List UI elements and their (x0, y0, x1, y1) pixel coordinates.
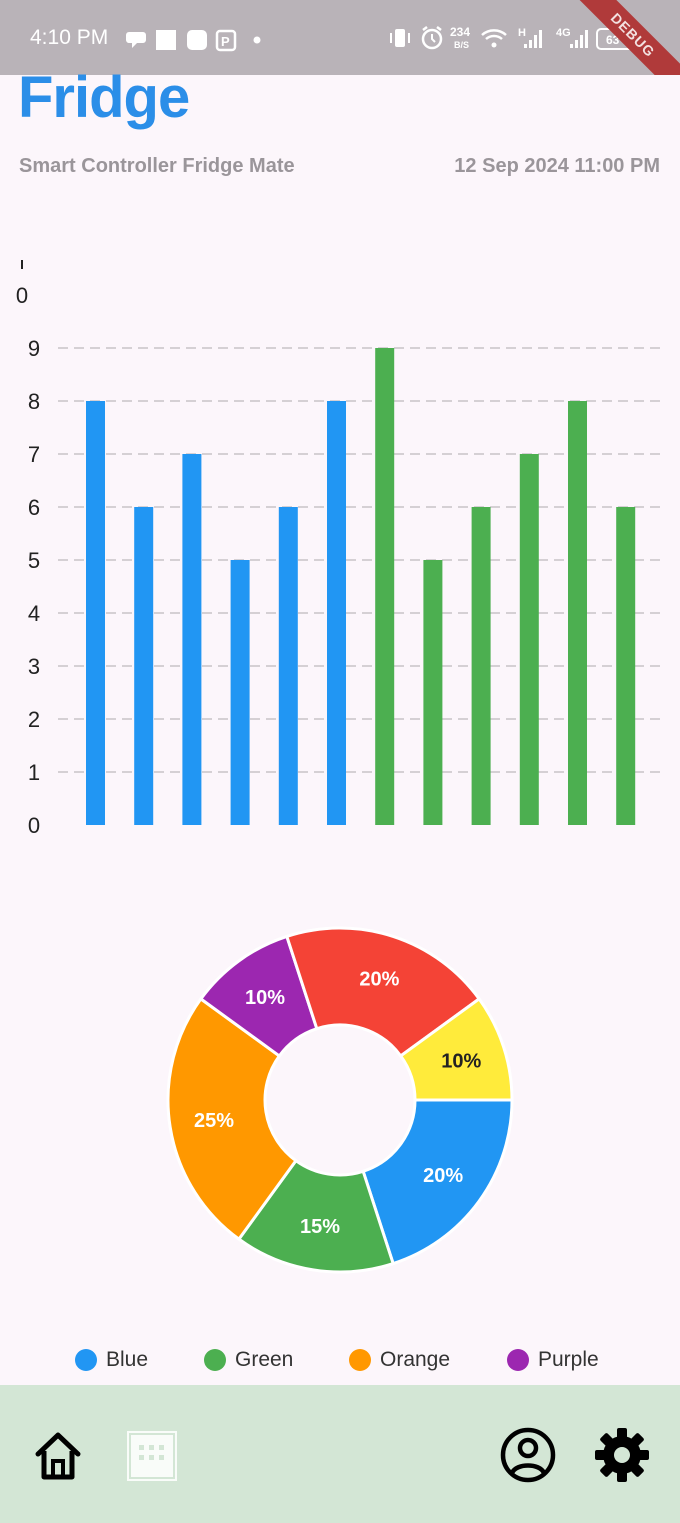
donut-slice-label: 10% (245, 987, 285, 1009)
network-label-4g: 4G (556, 27, 571, 39)
y-tick-label: 4 (28, 601, 40, 626)
legend-label-green: Green (235, 1348, 294, 1371)
grid-icon (127, 1431, 177, 1481)
settings-button[interactable] (592, 1425, 652, 1485)
legend-item-blue: Blue (75, 1344, 148, 1376)
y-tick-label: 9 (28, 336, 40, 361)
bar (568, 401, 587, 825)
legend-item-purple: Purple (507, 1344, 599, 1376)
bar-chart: 0 1 2 3 4 5 6 7 8 9 0 (16, 260, 662, 838)
account-icon (500, 1427, 556, 1483)
legend-label-purple: Purple (538, 1348, 599, 1371)
y-tick-label: 6 (28, 495, 40, 520)
parking-icon: P (215, 29, 237, 52)
y-tick-label: 7 (28, 442, 40, 467)
bar (471, 507, 491, 825)
page-title: Fridge (18, 65, 190, 130)
vibrate-icon (390, 29, 410, 47)
bar (375, 348, 395, 825)
net-speed-unit: B/S (454, 40, 469, 50)
bar (230, 560, 250, 825)
bar (423, 560, 443, 825)
square-icon (156, 30, 176, 50)
donut-slice-label: 20% (423, 1165, 463, 1187)
donut-chart: 20% 15% 25% 10% 20% 10% (166, 926, 514, 1274)
status-notification-icons: P (126, 29, 261, 52)
signal-4g-icon (570, 30, 588, 48)
donut-slice-label: 15% (300, 1216, 340, 1238)
date-time: 12 Sep 2024 11:00 PM (454, 155, 660, 177)
bar (278, 507, 298, 825)
y-tick-label: 1 (28, 760, 40, 785)
legend-dot-purple (507, 1349, 529, 1371)
legend-item-orange: Orange (349, 1344, 450, 1376)
y-tick-label: 3 (28, 654, 40, 679)
rounded-square-icon (187, 30, 207, 50)
grid-button[interactable] (121, 1425, 181, 1485)
svg-text:P: P (221, 34, 230, 49)
legend-dot-green (204, 1349, 226, 1371)
home-icon (35, 1432, 81, 1480)
bar (327, 401, 346, 825)
legend-dot-orange (349, 1349, 371, 1371)
net-speed-value: 234 (450, 25, 470, 39)
settings-icon (595, 1428, 649, 1482)
legend-dot-blue (75, 1349, 97, 1371)
bar (134, 507, 154, 825)
legend-item-green: Green (204, 1344, 293, 1376)
alarm-icon (421, 26, 443, 50)
bottom-navigation (0, 1385, 680, 1523)
donut-slice-label: 10% (441, 1051, 481, 1073)
bar (519, 454, 539, 825)
home-button[interactable] (28, 1425, 88, 1485)
chat-bubble-icon (126, 32, 146, 48)
wifi-icon (481, 29, 507, 48)
page-subtitle: Smart Controller Fridge Mate (19, 155, 295, 177)
status-time: 4:10 PM (30, 26, 109, 49)
bar (616, 507, 636, 825)
donut-slice-label: 20% (359, 969, 399, 991)
y-tick-label: 8 (28, 389, 40, 414)
donut-slice-label: 25% (194, 1110, 234, 1132)
y-tick-label: 2 (28, 707, 40, 732)
y-tick-label: 5 (28, 548, 40, 573)
legend-label-orange: Orange (380, 1348, 451, 1371)
network-label-h: H (518, 27, 526, 39)
bar (86, 401, 105, 825)
signal-icon (524, 30, 542, 48)
dot-icon (253, 36, 261, 44)
account-button[interactable] (498, 1425, 558, 1485)
y-tick-label: 0 (28, 813, 40, 838)
y-tick-label-top: 0 (16, 283, 28, 308)
legend-label-blue: Blue (106, 1348, 149, 1371)
chart-legend: Blue Green Orange Purple (0, 1344, 680, 1376)
bar (182, 454, 202, 825)
